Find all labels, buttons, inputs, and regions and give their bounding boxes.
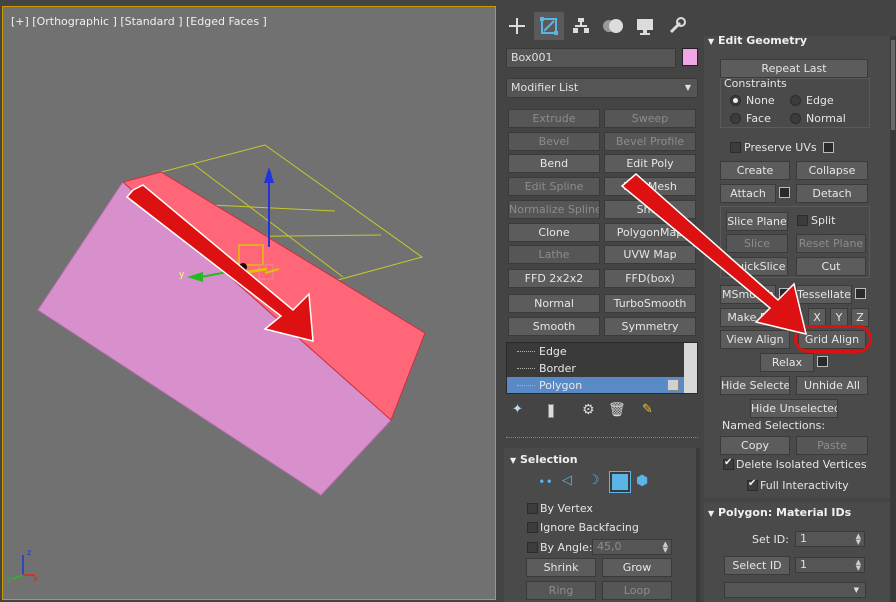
red-annotation-arrow xyxy=(620,173,808,336)
annotation-arrow-overlay xyxy=(620,173,808,336)
